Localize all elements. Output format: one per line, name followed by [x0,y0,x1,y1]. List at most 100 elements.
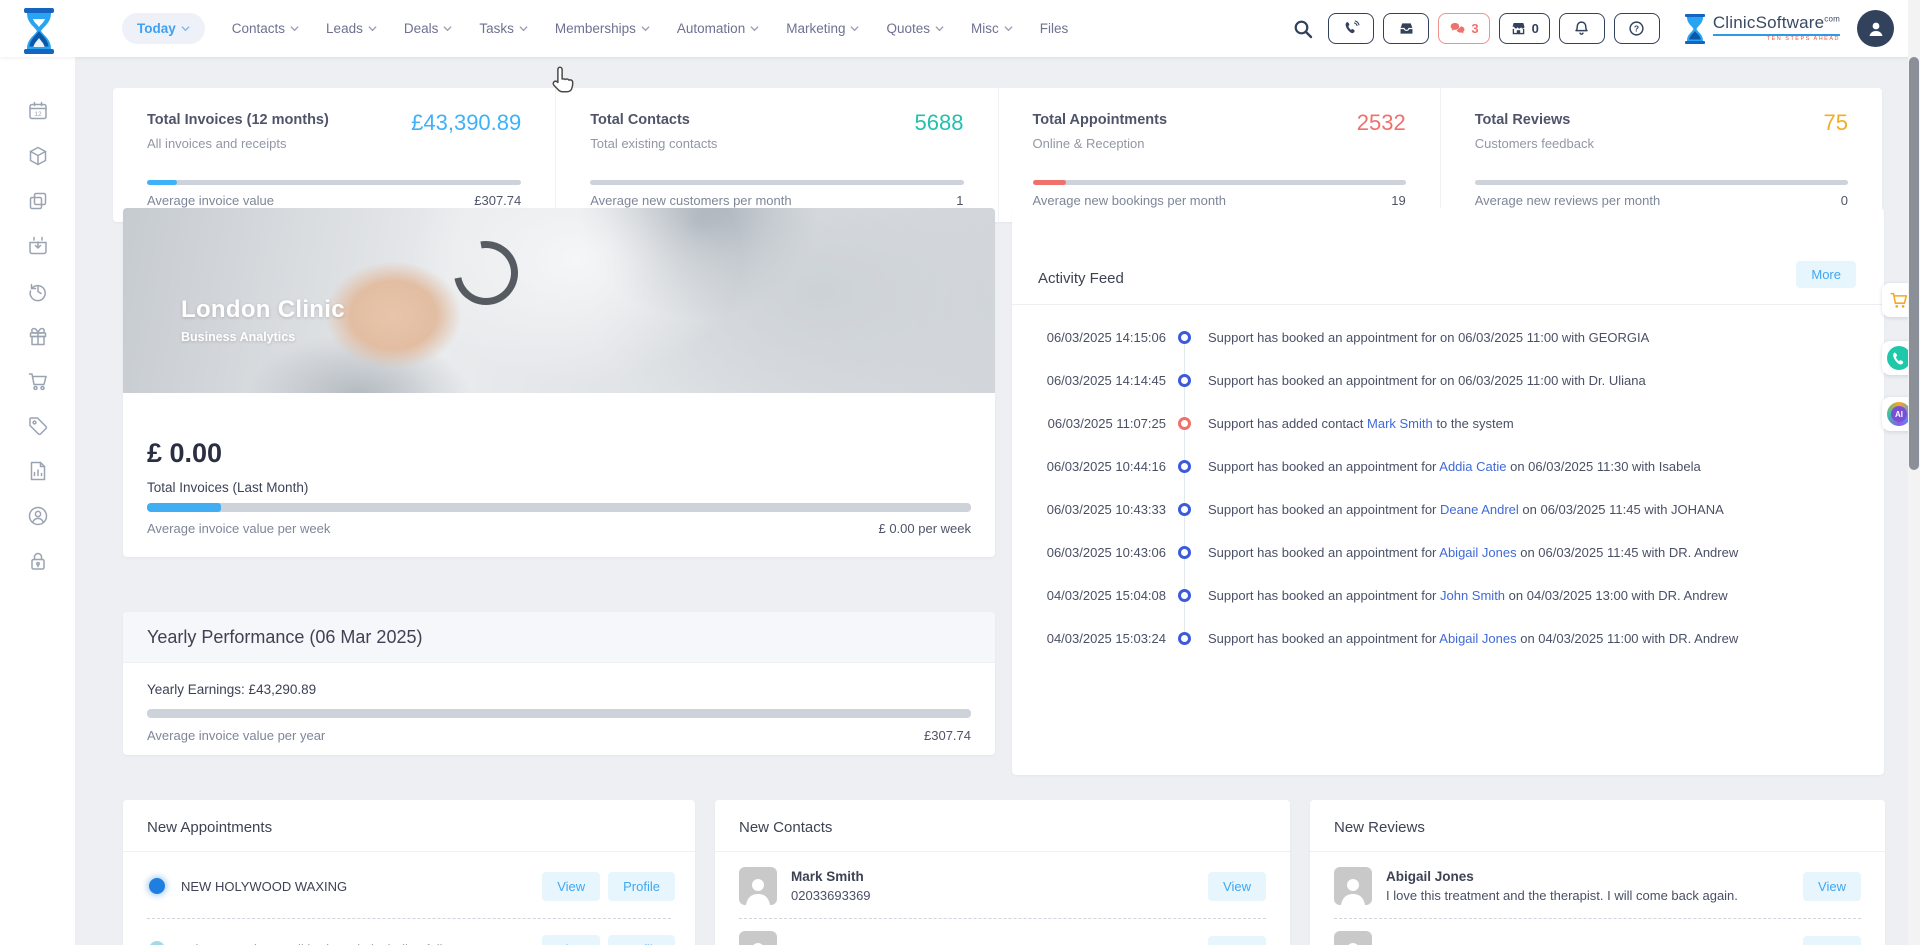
stat-subtitle: Customers feedback [1474,136,1594,151]
cart-icon[interactable] [27,370,49,392]
activity-more-button[interactable]: More [1796,261,1856,288]
view-button[interactable]: View [542,934,601,945]
chevron-down-icon [641,26,650,32]
clinicsoftware-hourglass-logo-icon[interactable] [18,7,60,54]
activity-time: 04/03/2025 15:04:08 [1046,588,1166,603]
avatar [1334,931,1372,945]
view-button[interactable]: View [1803,871,1861,901]
divider [1310,851,1885,852]
activity-feed-card: Activity Feed More 06/03/2025 14:15:06 S… [1012,208,1884,775]
profile-button[interactable]: Profile [608,934,675,945]
brand-tld: com [1824,14,1840,24]
stat-card-total-reviews: Total Reviews Customers feedback 75 Aver… [1439,88,1882,222]
nav-item-automation[interactable]: Automation [677,21,759,36]
nav-item-leads[interactable]: Leads [326,21,377,36]
nav-item-marketing[interactable]: Marketing [786,21,860,36]
contact-link[interactable]: Abigail Jones [1439,631,1516,646]
activity-item: 06/03/2025 11:07:25 Support has added co… [1012,416,1884,436]
stat-value: £43,390.89 [411,110,522,135]
activity-time: 06/03/2025 10:43:06 [1046,545,1166,560]
stat-subtitle: All invoices and receipts [147,136,287,151]
view-button[interactable]: View [1208,871,1266,901]
nav-item-misc[interactable]: Misc [971,21,1013,36]
activity-item: 06/03/2025 10:44:16 Support has booked a… [1012,459,1884,479]
nav-item-today[interactable]: Today [122,13,205,44]
user-avatar[interactable] [1857,10,1894,47]
activity-time: 06/03/2025 14:15:06 [1046,330,1166,345]
contact-link[interactable]: Mark Smith [1367,416,1433,431]
stat-title: Total Reviews [1474,112,1571,128]
appointment-row: Intimate waxing - Full body male includi… [123,926,695,945]
store-icon [1512,22,1525,35]
history-icon[interactable] [27,280,49,302]
topbar: Today Contacts Leads Deals Tasks Members… [0,0,1920,57]
yearly-footer: Average invoice value per year £307.74 [147,728,971,743]
stat-footer: Average invoice value £307.74 [147,193,521,208]
activity-text: Support has booked an appointment for Ab… [1208,631,1739,646]
calendar-12-icon[interactable]: 12 [27,100,49,122]
view-button[interactable]: View [1208,935,1266,945]
nav-item-tasks[interactable]: Tasks [479,21,528,36]
nav-item-memberships[interactable]: Memberships [555,21,650,36]
activity-feed-title: Activity Feed [1038,270,1124,287]
stat-footer-label: Average invoice value [147,193,274,208]
store-button[interactable]: 0 [1498,13,1550,44]
last-month-label: Total Invoices (Last Month) [147,480,309,495]
clinic-progress-bar [147,503,971,512]
clinic-name: London Clinic [181,296,345,323]
inbox-button[interactable] [1383,13,1430,44]
search-icon[interactable] [1293,19,1313,39]
account-icon[interactable] [27,505,49,527]
user-avatar-icon [1869,22,1882,36]
activity-item: 06/03/2025 14:14:45 Support has booked a… [1012,373,1884,393]
nav-item-files[interactable]: Files [1040,21,1069,36]
profile-button[interactable]: Profile [608,871,675,901]
scrollbar-thumb[interactable] [1909,57,1919,470]
contact-link[interactable]: John Smith [1440,588,1505,603]
gift-icon[interactable] [27,325,49,347]
report-icon[interactable] [27,460,49,482]
yearly-performance-title: Yearly Performance (06 Mar 2025) [123,612,995,663]
help-icon: ? [1629,21,1644,36]
contact-link[interactable]: Abigail Jones [1439,545,1516,560]
dashed-divider [739,918,1266,919]
lock-icon[interactable] [27,550,49,572]
contact-link[interactable]: Addia Catie [1439,459,1506,474]
contact-link[interactable]: Deane Andrel [1440,502,1519,517]
review-row: Abigail Jones I love this treatment and … [1310,860,1885,912]
activity-item: 06/03/2025 10:43:06 Support has booked a… [1012,545,1884,565]
yearly-progress-bar [147,709,971,718]
page-scrollbar [1908,0,1920,945]
tag-icon[interactable] [27,415,49,437]
view-button[interactable]: View [542,871,601,901]
chat-button[interactable]: 3 [1438,13,1490,44]
notifications-button[interactable] [1558,13,1605,44]
nav-label: Misc [971,21,999,36]
package-icon[interactable] [27,145,49,167]
last-month-total: £ 0.00 [147,438,223,468]
nav-item-quotes[interactable]: Quotes [886,21,944,36]
inbox-icon [1400,23,1413,34]
chevron-down-icon [750,26,759,32]
stat-footer-label: Average new reviews per month [1474,193,1661,208]
reviewer-name: Abigail Jones [1386,869,1474,884]
contact-name: Mark Smith [791,869,864,884]
brand-name: ClinicSoftwarecom [1712,13,1840,33]
divider [715,851,1290,852]
view-button[interactable]: View [1803,935,1861,945]
copy-icon[interactable] [27,190,49,212]
brand-tagline: TEN STEPS AHEAD [1712,34,1840,43]
help-button[interactable]: ? [1613,13,1660,44]
phone-button[interactable] [1328,13,1375,44]
stat-footer-label: Average new bookings per month [1032,193,1226,208]
nav-item-contacts[interactable]: Contacts [232,21,299,36]
stat-subtitle: Total existing contacts [590,136,718,151]
calendar-download-icon[interactable] [27,235,49,257]
svg-text:12: 12 [34,111,42,118]
yearly-footer-label: Average invoice value per year [147,728,326,743]
nav-item-deals[interactable]: Deals [404,21,453,36]
avatar [739,931,777,945]
activity-text: Support has booked an appointment for De… [1208,502,1724,517]
stat-footer: Average new customers per month 1 [590,193,963,208]
new-contacts-card: New Contacts Mark Smith 02033693369 View… [715,800,1290,945]
